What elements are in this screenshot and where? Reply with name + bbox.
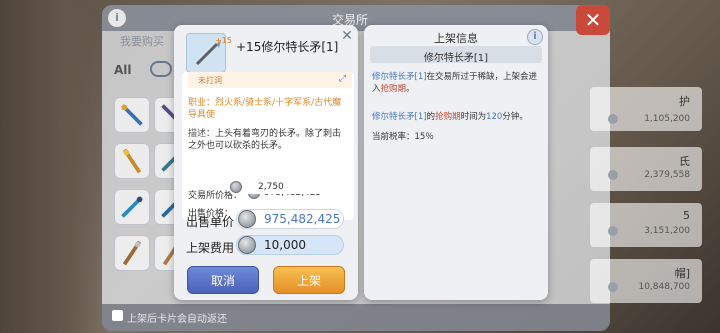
sell-price-value: 2,750 xyxy=(258,182,284,192)
zeny-coin-icon xyxy=(238,210,256,228)
listing-name: 氏 xyxy=(679,155,690,168)
expand-arrow-icon[interactable]: ⤢ xyxy=(339,74,346,84)
item-slot[interactable] xyxy=(114,235,150,271)
fee-value: 10,000 xyxy=(264,238,306,252)
zeny-coin-icon xyxy=(608,226,618,236)
listing-price: 3,151,200 xyxy=(644,226,690,236)
spear-icon xyxy=(122,148,142,174)
listing-card[interactable]: 帽] 10,848,700 xyxy=(590,259,702,303)
listing-card[interactable]: 氏 2,379,558 xyxy=(590,147,702,191)
info-paragraph-scarcity: 修尔特长矛[1]在交易所过于稀缺，上架会进入抢购期。 xyxy=(372,72,538,94)
spear-icon xyxy=(121,104,143,126)
item-slot[interactable] xyxy=(114,143,150,179)
slot-status: 未打洞 xyxy=(198,76,222,85)
unit-price-value: 975,482,425 xyxy=(264,212,341,226)
listing-price: 10,848,700 xyxy=(638,282,690,292)
info-icon[interactable]: i xyxy=(527,29,543,45)
listing-name: 护 xyxy=(679,95,690,108)
item-listing-dialog: +15 +15修尔特长矛[1] ✕ 未打洞 ⤢ 职业：烈火系/骑士系/十字军系/… xyxy=(174,25,358,300)
cancel-button[interactable]: 取消 xyxy=(187,266,259,294)
listing-card[interactable]: 护 1,105,200 xyxy=(590,87,702,131)
zeny-coin-icon xyxy=(238,236,256,254)
unit-price-label: 出售单价 xyxy=(186,215,235,229)
zeny-coin-icon xyxy=(230,181,242,193)
close-icon[interactable]: ✕ xyxy=(340,29,354,43)
info-subtitle: 修尔特长矛[1] xyxy=(423,53,489,64)
listing-price: 2,379,558 xyxy=(644,170,690,180)
zeny-coin-icon xyxy=(608,170,618,180)
listing-info-panel: 上架信息 i 修尔特长矛[1] 修尔特长矛[1]在交易所过于稀缺，上架会进入抢购… xyxy=(364,25,548,300)
tab-all[interactable]: All xyxy=(114,63,132,77)
auto-return-checkbox[interactable] xyxy=(112,310,123,321)
fee-label: 上架费用 xyxy=(186,241,235,255)
tab-my-buy[interactable]: 我要购买 xyxy=(120,33,164,49)
info-paragraph-duration: 修尔特长矛[1]的抢购期时间为120分钟。 xyxy=(372,112,528,122)
refine-level: +15 xyxy=(215,36,232,45)
item-slot[interactable] xyxy=(114,189,150,225)
listing-card[interactable]: 5 3,151,200 xyxy=(590,203,702,247)
spear-icon xyxy=(121,196,143,218)
tab-weapon-icon[interactable] xyxy=(150,61,172,77)
zeny-coin-icon xyxy=(608,282,618,292)
sell-price-field xyxy=(228,180,348,194)
info-subtitle-bar: 修尔特长矛[1] xyxy=(370,46,542,64)
info-header: 上架信息 i xyxy=(364,25,548,47)
list-item-button[interactable]: 上架 xyxy=(273,266,345,294)
zeny-coin-icon xyxy=(608,114,618,124)
listing-name: 5 xyxy=(683,209,690,222)
item-description: 描述：上头有着弯刃的长矛。除了刺击之外也可以砍杀的长矛。 xyxy=(188,129,342,151)
info-title: 上架信息 xyxy=(434,32,478,45)
footer-note: 上架后卡片会自动返还 xyxy=(127,314,227,325)
close-exchange-button[interactable]: ✕ xyxy=(576,5,610,35)
listing-name: 帽] xyxy=(674,267,690,280)
listing-price: 1,105,200 xyxy=(644,114,690,124)
item-description-box[interactable]: 未打洞 ⤢ 职业：烈火系/骑士系/十字军系/古代魔导具使 描述：上头有着弯刃的长… xyxy=(182,72,354,220)
tax-rate: 当前税率：15％ xyxy=(372,132,434,142)
item-slot[interactable] xyxy=(114,97,150,133)
status-row: 未打洞 ⤢ xyxy=(188,72,352,88)
job-requirement: 职业：烈火系/骑士系/十字军系/古代魔导具使 xyxy=(188,98,342,120)
item-icon: +15 xyxy=(186,33,232,73)
info-icon[interactable]: i xyxy=(108,9,126,27)
spear-icon xyxy=(122,240,142,266)
item-name: +15修尔特长矛[1] xyxy=(236,40,339,54)
